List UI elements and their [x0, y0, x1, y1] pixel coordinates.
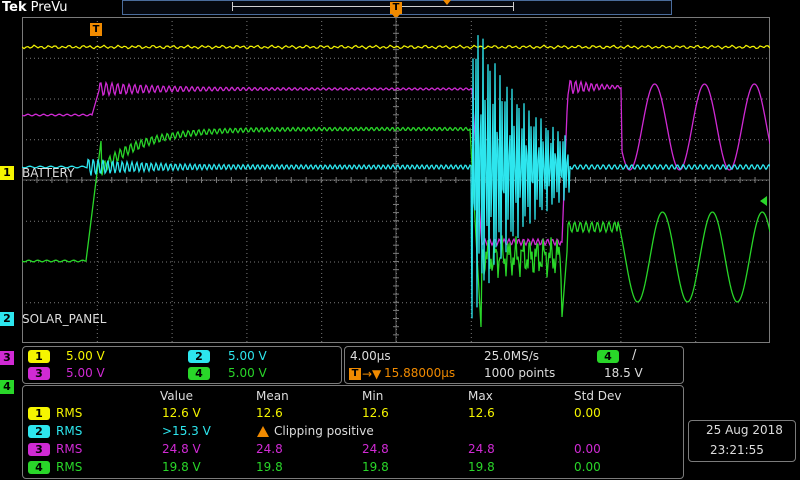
- ch2-label: SOLAR_PANEL: [22, 312, 107, 326]
- date-display: 25 Aug 2018: [706, 423, 783, 437]
- header-max: Max: [468, 389, 493, 403]
- brand-name: Tek: [2, 0, 27, 15]
- acquisition-mode: PreVu: [30, 0, 68, 15]
- meas-row-ch4-value: 19.8 V: [162, 460, 201, 474]
- trigger-position-marker[interactable]: T: [390, 2, 402, 14]
- record-trigger-icon: [443, 0, 451, 5]
- trigger-arrow-icon: →▼: [362, 367, 382, 381]
- ch1-label: BATTERY: [22, 166, 75, 180]
- record-view-window[interactable]: [232, 6, 514, 7]
- header-mean: Mean: [256, 389, 289, 403]
- waveform-graticule: [22, 17, 770, 343]
- meas-row-ch4-chip[interactable]: 4: [28, 461, 50, 474]
- meas-row-ch2-value: >15.3 V: [162, 424, 211, 438]
- meas-row-ch1-value: 12.6 V: [162, 406, 201, 420]
- ch3-chip[interactable]: 3: [28, 367, 50, 380]
- meas-row-ch1-mean: 12.6: [256, 406, 283, 420]
- trigger-position: 15.88000µs: [384, 366, 456, 380]
- ch1-chip[interactable]: 1: [28, 350, 50, 363]
- header-std-dev: Std Dev: [574, 389, 622, 403]
- ch1-scale: 5.00 V: [66, 349, 105, 363]
- ch3-scale: 5.00 V: [66, 366, 105, 380]
- record-window-left-edge: [232, 2, 233, 11]
- ch4-ground-marker[interactable]: 4: [0, 380, 14, 394]
- meas-row-ch4-mean: 19.8: [256, 460, 283, 474]
- ch1-ground-marker[interactable]: 1: [0, 166, 14, 180]
- meas-row-ch3-mean: 24.8: [256, 442, 283, 456]
- header-min: Min: [362, 389, 384, 403]
- ch2-ground-marker[interactable]: 2: [0, 312, 14, 326]
- ch4-scale: 5.00 V: [228, 366, 267, 380]
- meas-row-ch1-std-dev: 0.00: [574, 406, 601, 420]
- meas-row-ch1-chip[interactable]: 1: [28, 407, 50, 420]
- ch3-ground-marker[interactable]: 3: [0, 351, 14, 365]
- meas-row-ch3-std-dev: 0.00: [574, 442, 601, 456]
- trigger-position-icon: T: [349, 368, 361, 380]
- meas-row-ch4-type: RMS: [56, 460, 83, 474]
- brand-label: Tek PreVu: [2, 0, 68, 15]
- meas-row-ch1-min: 12.6: [362, 406, 389, 420]
- record-window-right-edge: [513, 2, 514, 11]
- meas-row-ch3-min: 24.8: [362, 442, 389, 456]
- time-per-div: 4.00µs: [350, 349, 391, 363]
- record-length: 1000 points: [484, 366, 556, 380]
- meas-row-ch4-std-dev: 0.00: [574, 460, 601, 474]
- meas-row-ch3-type: RMS: [56, 442, 83, 456]
- graticule-grid-lines: [22, 17, 770, 343]
- meas-row-ch4-max: 19.8: [468, 460, 495, 474]
- sample-rate: 25.0MS/s: [484, 349, 539, 363]
- meas-row-ch1-type: RMS: [56, 406, 83, 420]
- ch2-scale: 5.00 V: [228, 349, 267, 363]
- trigger-source-chip[interactable]: 4: [597, 350, 619, 363]
- meas-row-ch2-warning: Clipping positive: [274, 424, 374, 438]
- ch2-chip[interactable]: 2: [188, 350, 210, 363]
- trigger-level: 18.5 V: [604, 366, 643, 380]
- time-display: 23:21:55: [710, 443, 764, 457]
- meas-row-ch3-value: 24.8 V: [162, 442, 201, 456]
- trigger-slope-icon: /: [632, 348, 637, 363]
- warning-icon: [257, 426, 269, 437]
- meas-row-ch4-min: 19.8: [362, 460, 389, 474]
- meas-row-ch3-chip[interactable]: 3: [28, 443, 50, 456]
- meas-row-ch2-chip[interactable]: 2: [28, 425, 50, 438]
- header-value: Value: [160, 389, 193, 403]
- meas-row-ch2-type: RMS: [56, 424, 83, 438]
- trigger-marker[interactable]: T: [90, 23, 102, 36]
- meas-row-ch3-max: 24.8: [468, 442, 495, 456]
- trigger-level-arrow-icon[interactable]: [760, 196, 767, 206]
- ch4-chip[interactable]: 4: [188, 367, 210, 380]
- meas-row-ch1-max: 12.6: [468, 406, 495, 420]
